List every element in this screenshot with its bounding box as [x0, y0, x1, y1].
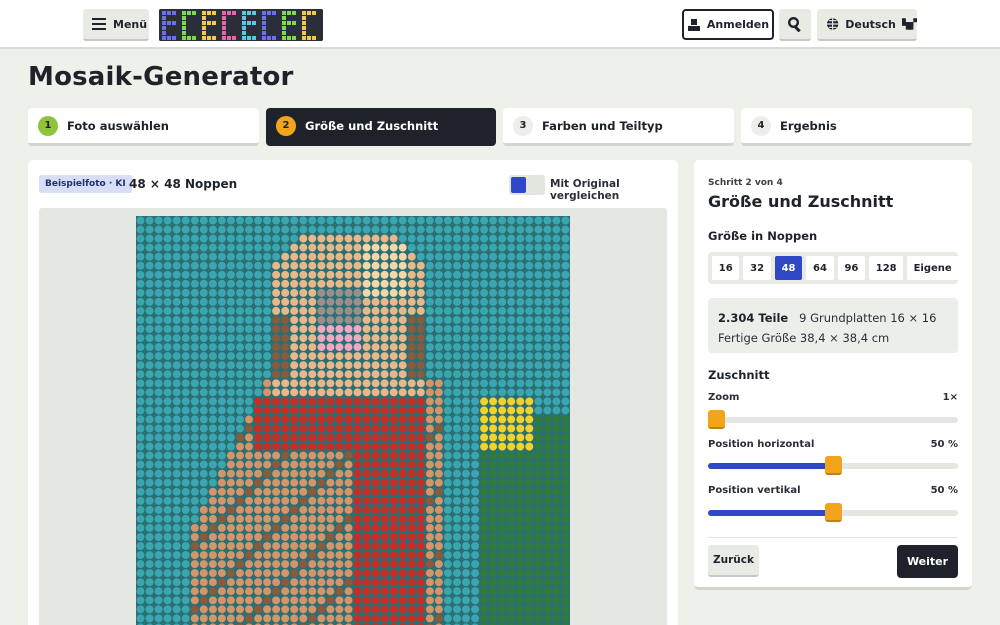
pieces-count: 2.304 Teile [718, 311, 789, 325]
compare-original-toggle[interactable] [509, 175, 545, 195]
studs-count-label: 48 × 48 Noppen [129, 177, 238, 191]
size-selector: 16 32 48 64 96 128 Eigene [708, 252, 958, 284]
panel-divider [708, 537, 958, 538]
zoom-slider[interactable] [708, 410, 958, 429]
size-option-custom[interactable]: Eigene [907, 256, 958, 280]
user-icon [687, 18, 700, 31]
hamburger-icon [92, 18, 106, 30]
chevron-down-icon [901, 18, 917, 30]
page-title: Mosaik-Generator [28, 62, 294, 92]
position-vertical-value: 50 % [930, 485, 958, 496]
step-label: Foto auswählen [67, 118, 169, 133]
menu-button[interactable]: Menü [83, 9, 149, 41]
step-label: Größe und Zuschnitt [305, 118, 439, 133]
size-heading: Größe in Noppen [708, 229, 818, 243]
panel-title: Größe und Zuschnitt [708, 192, 894, 211]
login-label: Anmelden [706, 18, 770, 31]
baseplates-info: 9 Grundplatten 16 × 16 [799, 311, 937, 325]
mosaic-preview-image [136, 216, 570, 625]
position-vertical-label: Position vertikal [708, 485, 801, 496]
crop-heading: Zuschnitt [708, 368, 770, 382]
step-number: 1 [38, 115, 58, 136]
step-label: Ergebnis [780, 118, 837, 133]
size-info-box: 2.304 Teile 9 Grundplatten 16 × 16 Ferti… [708, 298, 958, 353]
search-button[interactable] [779, 9, 811, 41]
language-selector[interactable]: Deutsch [817, 9, 917, 41]
step-colors-parts[interactable]: 3 Farben und Teiltyp [503, 108, 734, 146]
step-size-crop[interactable]: 2 Größe und Zuschnitt [266, 108, 496, 146]
position-vertical-thumb[interactable] [825, 503, 842, 522]
globe-icon [826, 18, 839, 30]
step-number: 4 [751, 115, 771, 136]
position-horizontal-value: 50 % [930, 439, 958, 450]
size-option-16[interactable]: 16 [712, 256, 740, 280]
step-kicker: Schritt 2 von 4 [708, 178, 783, 188]
preview-card: Beispielfoto · KI 48 × 48 Noppen Mit Ori… [28, 160, 678, 625]
position-horizontal-fill [708, 463, 833, 469]
size-option-128[interactable]: 128 [869, 256, 904, 280]
settings-panel: Schritt 2 von 4 Größe und Zuschnitt Größ… [694, 160, 972, 590]
sample-photo-badge: Beispielfoto · KI [39, 175, 132, 193]
size-option-32[interactable]: 32 [743, 256, 771, 280]
login-button[interactable]: Anmelden [682, 9, 774, 40]
zoom-slider-thumb[interactable] [708, 410, 725, 429]
search-icon [787, 16, 801, 32]
top-bar: Menü Anmelden Deutsch [0, 0, 1000, 49]
step-number: 3 [513, 115, 533, 136]
back-button[interactable]: Zurück [708, 545, 759, 577]
next-button[interactable]: Weiter [897, 545, 958, 578]
position-horizontal-label: Position horizontal [708, 439, 815, 450]
size-option-48[interactable]: 48 [774, 256, 803, 280]
size-option-96[interactable]: 96 [837, 256, 866, 280]
zoom-label: Zoom [708, 392, 740, 403]
brand-logo[interactable] [159, 9, 323, 41]
finished-size: Fertige Größe 38,4 × 38,4 cm [718, 331, 890, 345]
position-vertical-fill [708, 510, 833, 516]
mosaic-preview-area[interactable] [39, 208, 667, 625]
zoom-value: 1× [942, 392, 958, 403]
step-photo-select[interactable]: 1 Foto auswählen [28, 108, 259, 146]
toggle-knob [511, 177, 526, 193]
menu-label: Menü [113, 17, 148, 31]
step-label: Farben und Teiltyp [542, 118, 663, 133]
compare-original-label: Mit Original vergleichen [550, 178, 620, 202]
position-horizontal-slider[interactable] [708, 456, 958, 475]
language-label: Deutsch [845, 17, 896, 31]
position-horizontal-thumb[interactable] [825, 456, 842, 475]
step-result[interactable]: 4 Ergebnis [741, 108, 972, 146]
size-option-64[interactable]: 64 [806, 256, 834, 280]
position-vertical-slider[interactable] [708, 503, 958, 522]
step-number: 2 [276, 115, 296, 136]
